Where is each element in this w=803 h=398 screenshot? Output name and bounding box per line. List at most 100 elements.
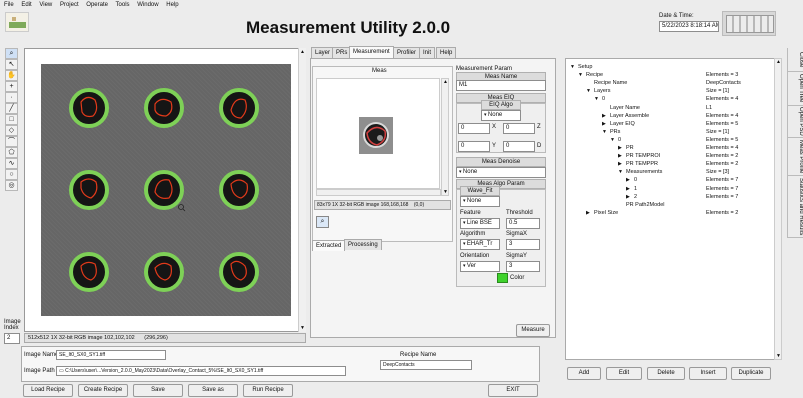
- tab-layer[interactable]: Layer: [311, 47, 335, 58]
- expand-down-icon[interactable]: ▼: [610, 136, 615, 144]
- create-recipe-button[interactable]: Create Recipe: [78, 384, 128, 397]
- pan-tool-icon[interactable]: ✋: [5, 70, 18, 81]
- pointer-tool-icon[interactable]: ↖: [5, 59, 18, 70]
- exit-button[interactable]: EXIT: [488, 384, 538, 397]
- expand-right-icon[interactable]: ▶: [618, 160, 622, 168]
- menu-operate[interactable]: Operate: [86, 2, 108, 8]
- tree-row[interactable]: ▶ 0 Elements = 7: [566, 176, 776, 184]
- subtab-extracted[interactable]: Extracted: [312, 240, 346, 251]
- tree-row[interactable]: ▶ Layer EIQ Elements = 5: [566, 120, 776, 128]
- denoise-select[interactable]: ▾ None: [456, 167, 546, 178]
- expand-right-icon[interactable]: ▶: [626, 176, 630, 184]
- meas-hscrollbar[interactable]: [316, 189, 441, 196]
- expand-down-icon[interactable]: ▼: [618, 168, 623, 176]
- expand-down-icon[interactable]: ▼: [570, 63, 575, 71]
- sigmay-input[interactable]: 3: [506, 261, 540, 272]
- expand-down-icon[interactable]: ▼: [586, 87, 591, 95]
- expand-down-icon[interactable]: ▼: [602, 128, 607, 136]
- menu-project[interactable]: Project: [60, 2, 79, 8]
- menu-view[interactable]: View: [39, 2, 52, 8]
- z-input[interactable]: 0: [503, 123, 535, 134]
- expand-right-icon[interactable]: ▶: [586, 209, 590, 217]
- side-tab-statistics[interactable]: Statistics and Results: [788, 176, 803, 238]
- expand-right-icon[interactable]: ▶: [626, 185, 630, 193]
- tab-measurement[interactable]: Measurement: [349, 46, 394, 58]
- save-as-button[interactable]: Save as: [188, 384, 238, 397]
- algorithm-select[interactable]: ▾ EHAR_Tr: [460, 239, 500, 250]
- menu-tools[interactable]: Tools: [116, 2, 130, 8]
- color-swatch[interactable]: [497, 273, 508, 283]
- tree-add-button[interactable]: Add: [567, 367, 601, 380]
- expand-down-icon[interactable]: ▼: [594, 95, 599, 103]
- expand-right-icon[interactable]: ▶: [626, 193, 630, 201]
- subtab-processing[interactable]: Processing: [344, 239, 382, 250]
- tree-row[interactable]: Recipe Name DeepContacts: [566, 79, 776, 87]
- tree-row[interactable]: ▼ Recipe Elements = 3: [566, 71, 776, 79]
- measure-button[interactable]: Measure: [516, 324, 550, 337]
- tree-row[interactable]: ▼ PRs Size = [1]: [566, 128, 776, 136]
- annulus-tool-icon[interactable]: ◎: [5, 180, 18, 191]
- rotated-rect-tool-icon[interactable]: ◇: [5, 125, 18, 136]
- tree-insert-button[interactable]: Insert: [689, 367, 727, 380]
- main-image-view[interactable]: [41, 64, 291, 316]
- feature-select[interactable]: ▾ Line BSE: [460, 218, 500, 229]
- image-index-field[interactable]: 2: [4, 333, 20, 344]
- ellipse-tool-icon[interactable]: ○: [5, 169, 18, 180]
- side-tab-close[interactable]: Close: [788, 48, 803, 72]
- expand-down-icon[interactable]: ▼: [578, 71, 583, 79]
- tree-row[interactable]: ▶ PR TEMPPR Elements = 2: [566, 160, 776, 168]
- menu-window[interactable]: Window: [137, 2, 158, 8]
- save-button[interactable]: Save: [133, 384, 183, 397]
- expand-right-icon[interactable]: ▶: [602, 120, 606, 128]
- tree-row[interactable]: ▶ 1 Elements = 7: [566, 185, 776, 193]
- meas-name-field[interactable]: M1: [456, 80, 546, 91]
- orientation-select[interactable]: ▾ Ver: [460, 261, 500, 272]
- tab-init[interactable]: Init: [419, 47, 436, 58]
- tree-row[interactable]: ▶ PR TEMPROI Elements = 2: [566, 152, 776, 160]
- polyline-tool-icon[interactable]: ⌒: [5, 136, 18, 147]
- tree-row[interactable]: ▼ Setup: [566, 63, 776, 71]
- expand-right-icon[interactable]: ▶: [618, 152, 622, 160]
- side-tab-open-tree[interactable]: Open Tree: [788, 72, 803, 106]
- tree-row[interactable]: PR Path2Model: [566, 201, 776, 209]
- eiq-algo-select[interactable]: ▾ None: [481, 110, 521, 121]
- tree-row[interactable]: ▶ Layer Assemble Elements = 4: [566, 112, 776, 120]
- point-tool-icon[interactable]: ·: [5, 92, 18, 103]
- tree-row[interactable]: ▼ Layers Size = [1]: [566, 87, 776, 95]
- y-input[interactable]: 0: [458, 141, 490, 152]
- tree-row[interactable]: ▶ PR Elements = 4: [566, 144, 776, 152]
- load-recipe-button[interactable]: Load Recipe: [23, 384, 73, 397]
- menu-help[interactable]: Help: [166, 2, 178, 8]
- menu-edit[interactable]: Edit: [21, 2, 31, 8]
- tree-duplicate-button[interactable]: Duplicate: [731, 367, 771, 380]
- meas-vscrollbar[interactable]: ▲ ▼: [441, 78, 449, 196]
- side-tab-open-psd[interactable]: Open PSD: [788, 106, 803, 138]
- sigmax-input[interactable]: 3: [506, 239, 540, 250]
- threshold-input[interactable]: 0.5: [506, 218, 540, 229]
- tree-row[interactable]: ▼ Measurements Size = [3]: [566, 168, 776, 176]
- tree-vscrollbar[interactable]: ▲ ▼: [774, 58, 782, 360]
- tree-row[interactable]: ▼ 0 Elements = 5: [566, 136, 776, 144]
- expand-right-icon[interactable]: ▶: [602, 112, 606, 120]
- crosshair-tool-icon[interactable]: +: [5, 81, 18, 92]
- zoom-tool-icon[interactable]: ⌕: [5, 48, 18, 59]
- tree-row[interactable]: Layer Name L1: [566, 104, 776, 112]
- line-tool-icon[interactable]: ╱: [5, 103, 18, 114]
- tab-help[interactable]: Help: [436, 47, 457, 58]
- x-input[interactable]: 0: [458, 123, 490, 134]
- tree-delete-button[interactable]: Delete: [647, 367, 685, 380]
- tab-profiler[interactable]: Profiler: [393, 47, 421, 58]
- rectangle-tool-icon[interactable]: □: [5, 114, 18, 125]
- tree-row[interactable]: ▶ Pixel Size Elements = 2: [566, 209, 776, 217]
- meas-zoom-button[interactable]: ⌕: [316, 216, 329, 228]
- tree-edit-button[interactable]: Edit: [606, 367, 642, 380]
- meas-image-view[interactable]: [316, 78, 440, 189]
- recipe-tree[interactable]: ▼ Setup ▼ Recipe Elements = 3 Recipe Name Deep…: [565, 58, 782, 360]
- side-tab-meas-profile[interactable]: Meas Profile: [788, 138, 803, 176]
- main-vscrollbar[interactable]: ▲ ▼: [298, 48, 306, 332]
- freehand-tool-icon[interactable]: ∿: [5, 158, 18, 169]
- menu-file[interactable]: File: [4, 2, 14, 8]
- d-input[interactable]: 0: [503, 141, 535, 152]
- expand-right-icon[interactable]: ▶: [618, 144, 622, 152]
- wave-fit-select[interactable]: ▾ None: [460, 196, 500, 207]
